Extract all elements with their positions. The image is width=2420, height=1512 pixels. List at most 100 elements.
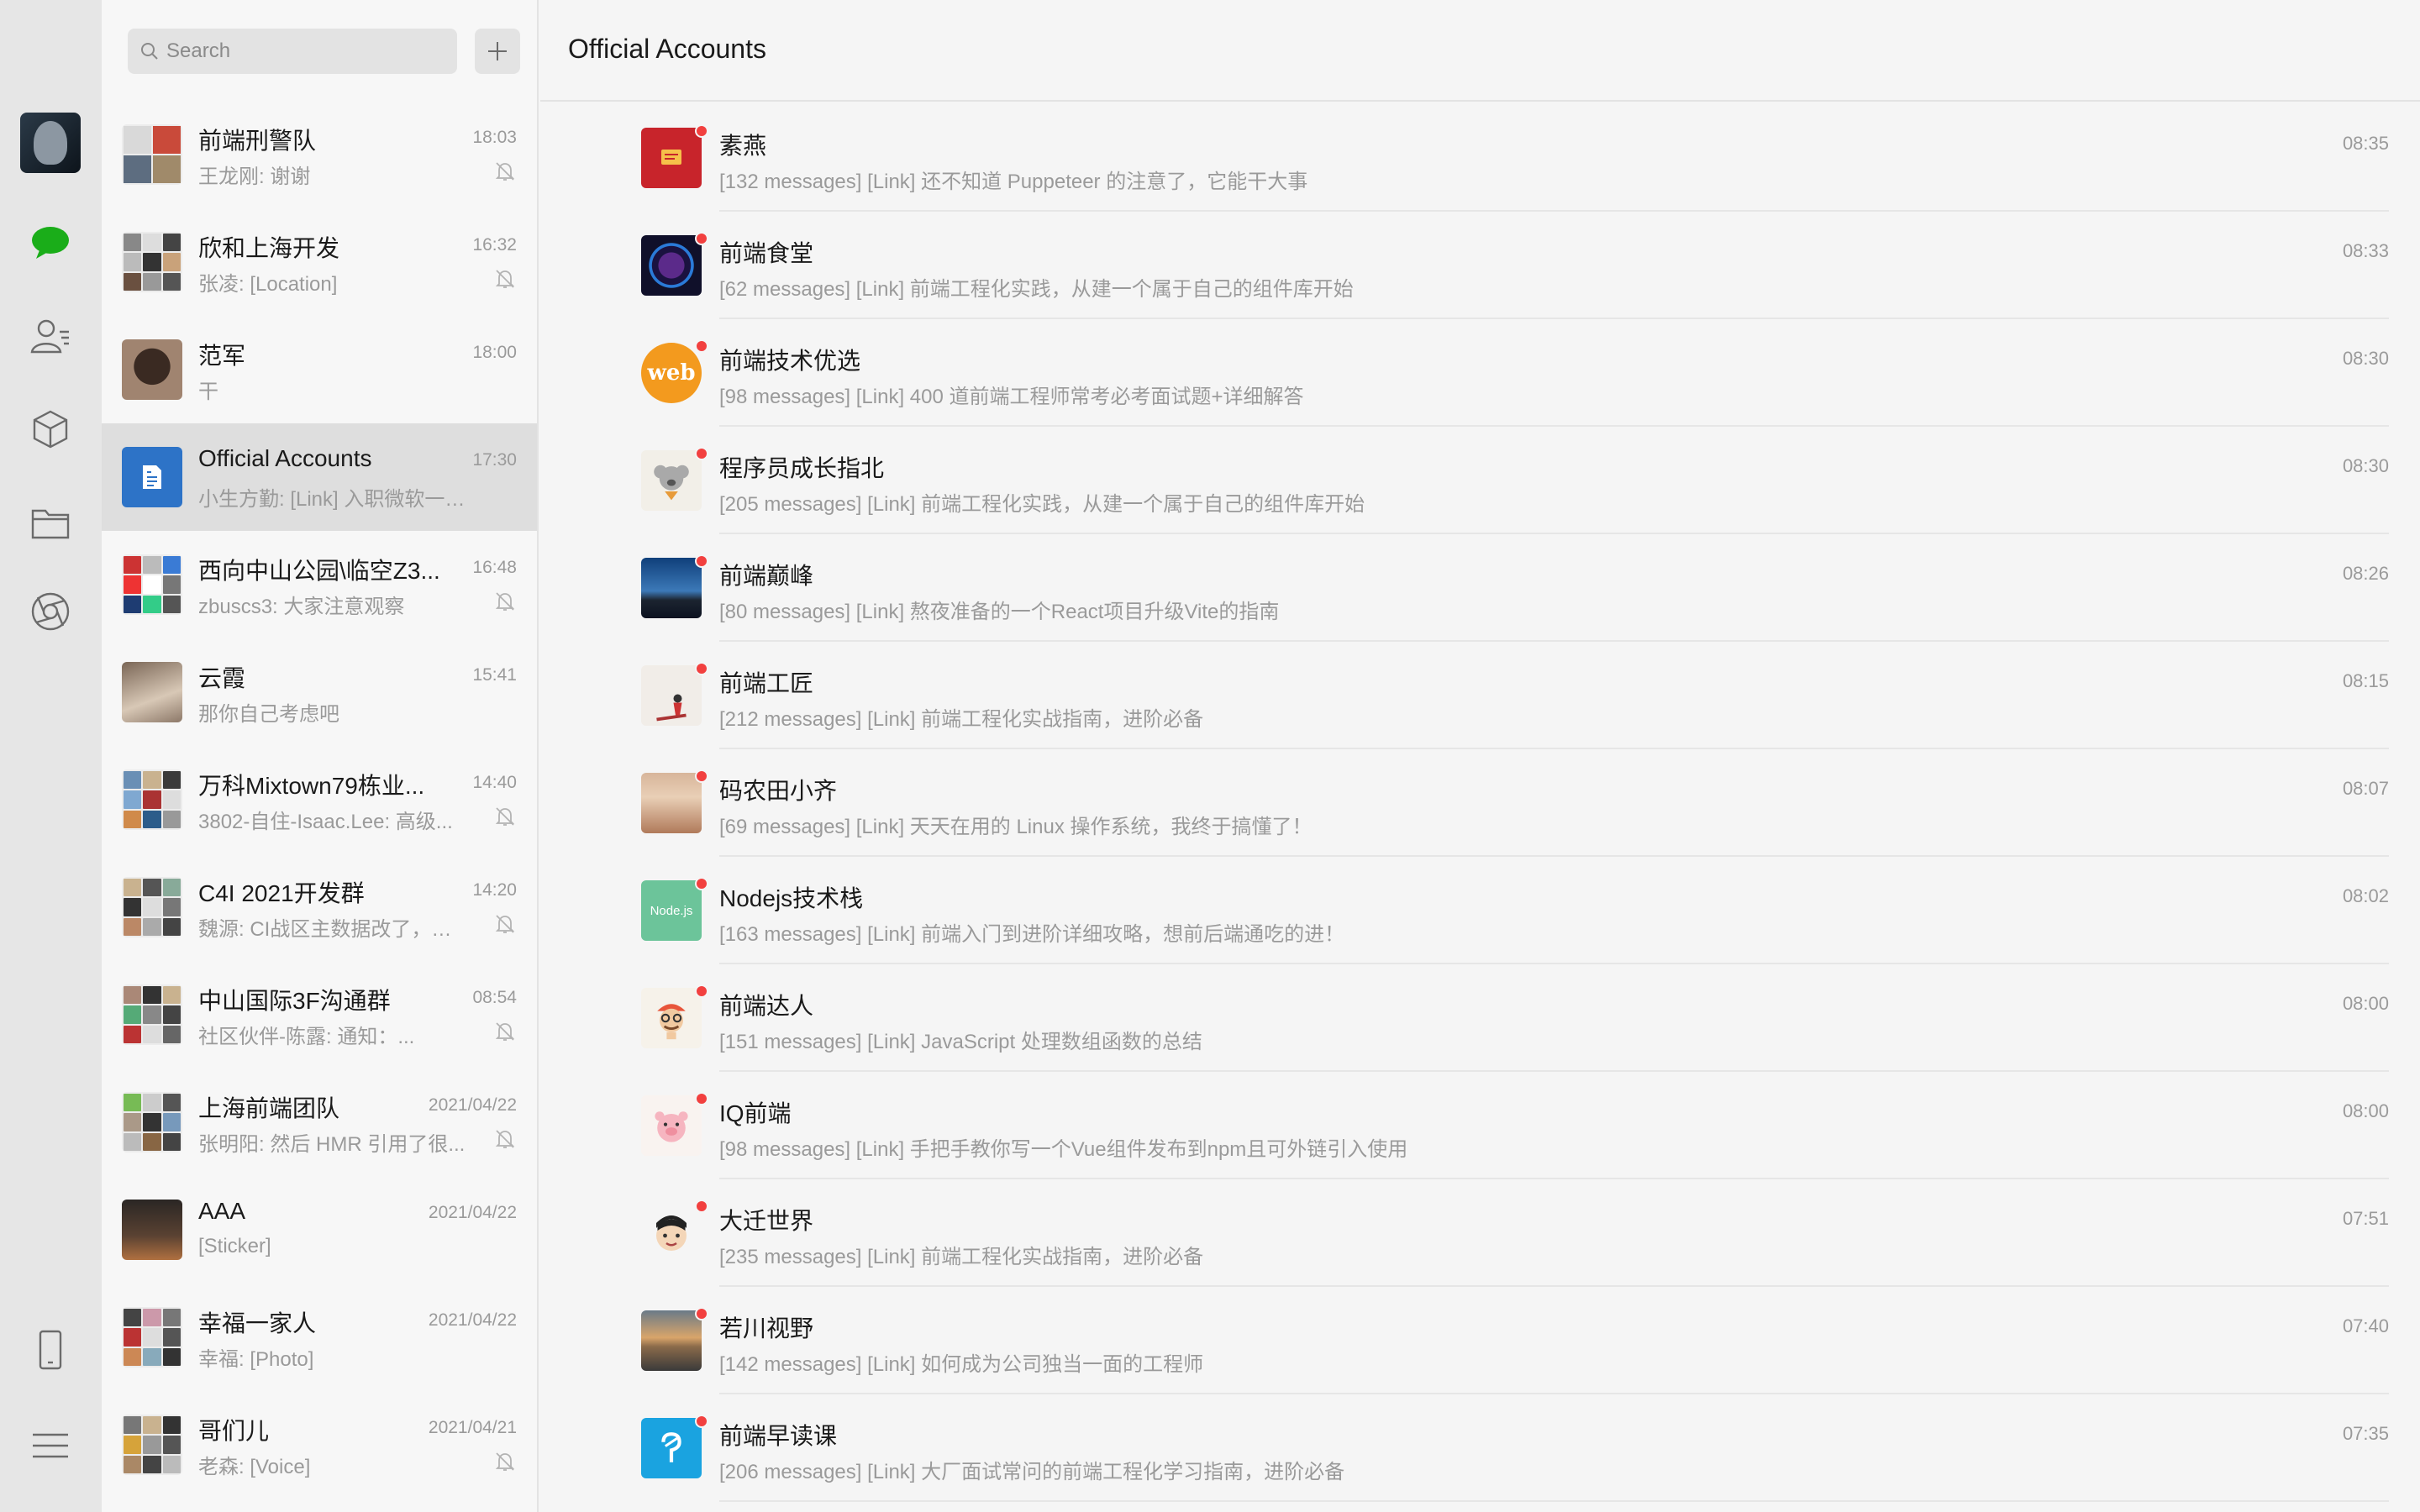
account-item[interactable]: 前端食堂 08:33 [62 messages] [Link] 前端工程化实践，… [641,212,2420,319]
chat-time: 08:54 [472,988,517,1007]
mute-bell-icon [495,162,515,181]
chat-item[interactable]: 前端刑警队 18:03 王龙刚: 谢谢 [102,101,537,208]
chat-item[interactable]: 云霞 15:41 那你自己考虑吧 [102,638,537,746]
account-item[interactable]: 若川视野 07:40 [142 messages] [Link] 如何成为公司独… [641,1287,2420,1394]
unread-dot [695,769,708,783]
chat-avatar [122,1415,182,1475]
mute-bell-icon [495,807,515,826]
user-avatar[interactable] [20,113,81,173]
chat-avatar [122,1307,182,1368]
chat-time: 18:03 [472,128,517,147]
chat-item[interactable]: 欣和上海开发 16:32 张凌: [Location] [102,208,537,316]
mute-bell-icon [495,1452,515,1471]
chat-name: 欣和上海开发 [198,235,340,261]
account-name: 大迁世界 [719,1208,814,1234]
unread-dot [695,232,708,245]
account-time: 08:00 [2342,993,2389,1014]
account-avatar [641,1203,702,1263]
account-preview: [80 messages] [Link] 熬夜准备的一个React项目升级Vit… [719,601,1280,623]
chat-item[interactable]: 万科Mixtown79栋业... 14:40 3802-自住-Isaac.Lee… [102,746,537,853]
account-item[interactable]: 前端早读课 07:35 [206 messages] [Link] 大厂面试常问… [641,1394,2420,1502]
chat-time: 16:32 [472,235,517,255]
account-avatar [641,1095,702,1156]
chat-item[interactable]: 范军 18:00 干 [102,316,537,423]
account-preview: [98 messages] [Link] 400 道前端工程师常考必考面试题+详… [719,386,1304,408]
account-item[interactable]: 前端工匠 08:15 [212 messages] [Link] 前端工程化实战… [641,642,2420,749]
unread-dot [695,339,708,353]
chat-item[interactable]: 幸福一家人 2021/04/22 幸福: [Photo] [102,1284,537,1391]
account-item[interactable]: 程序员成长指北 08:30 [205 messages] [Link] 前端工程… [641,427,2420,534]
chat-avatar [122,124,182,185]
account-avatar [641,558,702,618]
chat-item[interactable]: 西向中山公园\临空Z3... 16:48 zbuscs3: 大家注意观察 [102,531,537,638]
account-name: 前端食堂 [719,240,814,266]
search-placeholder: Search [166,39,231,62]
account-item[interactable]: 码农田小齐 08:07 [69 messages] [Link] 天天在用的 L… [641,749,2420,857]
account-avatar [641,1310,702,1371]
cube-icon[interactable] [28,407,73,452]
account-item[interactable]: 前端巅峰 08:26 [80 messages] [Link] 熬夜准备的一个R… [641,534,2420,642]
chat-time: 16:48 [472,558,517,577]
account-item[interactable]: 大迁世界 07:51 [235 messages] [Link] 前端工程化实战… [641,1179,2420,1287]
menu-icon[interactable] [28,1423,73,1468]
chat-preview: 幸福: [Photo] [198,1348,314,1371]
chat-name: 万科Mixtown79栋业... [198,773,425,799]
account-preview: [205 messages] [Link] 前端工程化实践，从建一个属于自己的组… [719,493,1365,516]
account-name: 前端巅峰 [719,563,814,589]
account-item[interactable]: web 前端技术优选 08:30 [98 messages] [Link] 40… [641,319,2420,427]
chat-item[interactable]: 上海前端团队 2021/04/22 张明阳: 然后 HMR 引用了很... [102,1068,537,1176]
contacts-icon[interactable] [28,313,73,359]
account-item[interactable]: 前端达人 08:00 [151 messages] [Link] JavaScr… [641,964,2420,1072]
account-avatar [641,235,702,296]
account-name: 前端达人 [719,993,814,1019]
account-time: 08:00 [2342,1100,2389,1121]
account-time: 07:40 [2342,1315,2389,1336]
chat-bubble-icon[interactable] [28,220,73,265]
unread-dot [695,877,708,890]
chat-preview: 干 [198,381,218,403]
chat-list-panel: Search 前端刑警队 18:03 王龙刚: 谢谢 欣和上海开发 16:32 … [102,0,539,1512]
add-button[interactable] [475,29,520,74]
chat-item[interactable]: C4I 2021开发群 14:20 魏源: CI战区主数据改了，相... [102,853,537,961]
account-list: 素燕 08:35 [132 messages] [Link] 还不知道 Pupp… [641,104,2420,1502]
account-preview: [163 messages] [Link] 前端入门到进阶详细攻略，想前后端通吃… [719,923,1345,946]
account-name: 前端技术优选 [719,348,861,374]
chat-preview: 3802-自住-Isaac.Lee: 高级... [198,811,453,833]
chat-name: 中山国际3F沟通群 [198,988,391,1014]
chat-list: 前端刑警队 18:03 王龙刚: 谢谢 欣和上海开发 16:32 张凌: [Lo… [102,101,537,1499]
phone-icon[interactable] [28,1327,73,1373]
search-input[interactable]: Search [128,29,457,74]
chat-item[interactable]: 哥们儿 2021/04/21 老森: [Voice] [102,1391,537,1499]
account-preview: [132 messages] [Link] 还不知道 Puppeteer 的注意… [719,171,1308,193]
account-avatar [641,773,702,833]
chat-preview: 王龙刚: 谢谢 [198,165,311,188]
account-preview: [69 messages] [Link] 天天在用的 Linux 操作系统，我终… [719,816,1313,838]
unread-dot [695,1415,708,1428]
account-time: 08:35 [2342,133,2389,154]
mute-bell-icon [495,1130,515,1148]
unread-dot [695,662,708,675]
chat-item-official-accounts[interactable]: Official Accounts 17:30 小生方勤: [Link] 入职微… [102,423,537,531]
chat-avatar [122,769,182,830]
aperture-icon[interactable] [28,589,73,634]
folder-icon[interactable] [28,501,73,546]
chat-preview: 小生方勤: [Link] 入职微软一个月... [198,488,467,511]
account-preview: [98 messages] [Link] 手把手教你写一个Vue组件发布到npm… [719,1138,1408,1161]
account-item[interactable]: Node.js Nodejs技术栈 08:02 [163 messages] [… [641,857,2420,964]
chat-name: 上海前端团队 [198,1095,340,1121]
chat-time: 15:41 [472,665,517,685]
account-avatar: Node.js [641,880,702,941]
account-name: Nodejs技术栈 [719,885,864,911]
chat-item[interactable]: 中山国际3F沟通群 08:54 社区伙伴-陈露: 通知：... [102,961,537,1068]
chat-preview: 魏源: CI战区主数据改了，相... [198,918,467,941]
account-item[interactable]: 素燕 08:35 [132 messages] [Link] 还不知道 Pupp… [641,104,2420,212]
account-item[interactable]: IQ前端 08:00 [98 messages] [Link] 手把手教你写一个… [641,1072,2420,1179]
account-preview: [235 messages] [Link] 前端工程化实战指南，进阶必备 [719,1246,1204,1268]
chat-name: 幸福一家人 [198,1310,317,1336]
chat-time: 18:00 [472,343,517,362]
account-time: 08:02 [2342,885,2389,906]
chat-preview: 那你自己考虑吧 [198,703,339,726]
chat-item[interactable]: AAA 2021/04/22 [Sticker] [102,1176,537,1284]
account-name: IQ前端 [719,1100,792,1126]
search-icon [141,43,158,60]
